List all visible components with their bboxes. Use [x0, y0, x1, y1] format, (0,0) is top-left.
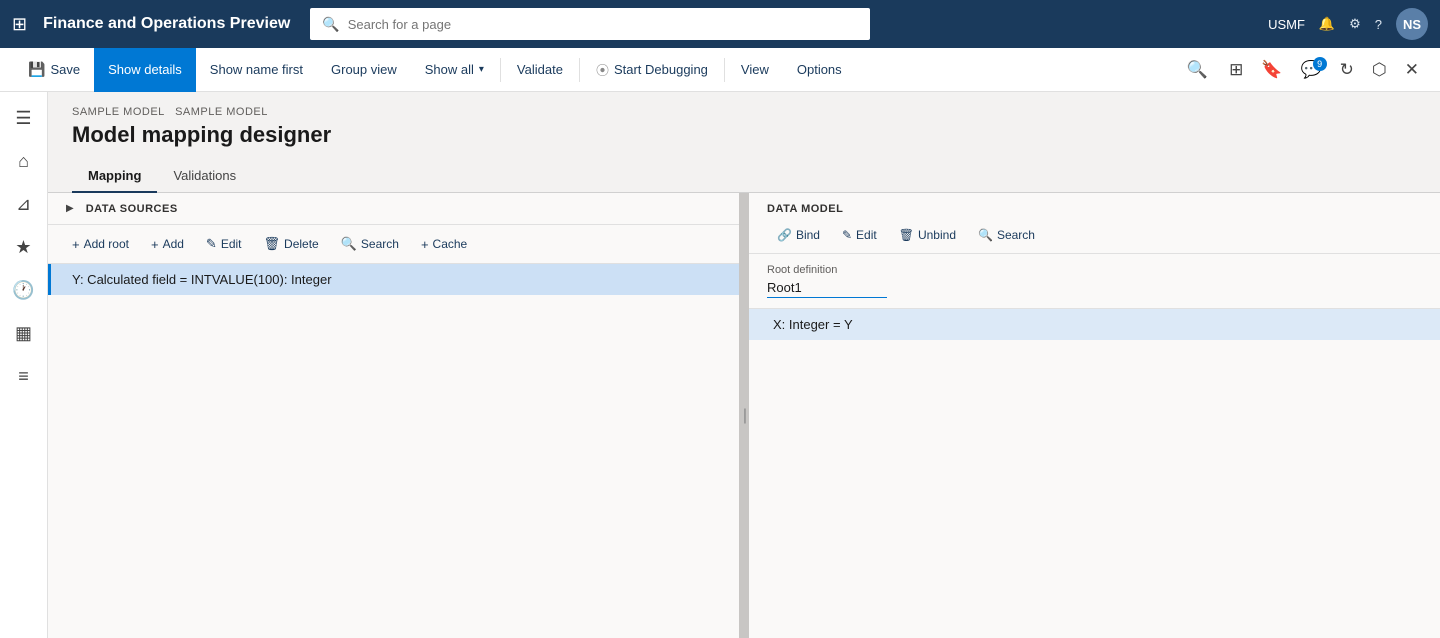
main-content: SAMPLE MODEL SAMPLE MODEL Model mapping … [48, 92, 1440, 638]
unbind-button[interactable]: 🗑 Unbind [889, 223, 966, 247]
sidebar: ☰ ⌂ ⊿ ★ 🕐 ▦ ≡ [0, 92, 48, 638]
collapse-button[interactable]: ▶ [62, 201, 78, 216]
separator-1 [500, 58, 501, 82]
search-icon-left: 🔍 [341, 236, 357, 252]
left-pane: ▶ DATA SOURCES + Add root + Add ✎ Edit [48, 193, 741, 638]
actionbar: 💾 Save Show details Show name first Grou… [0, 48, 1440, 92]
tab-mapping[interactable]: Mapping [72, 160, 157, 193]
bind-icon: 🔗 [777, 228, 792, 242]
page-header: SAMPLE MODEL SAMPLE MODEL Model mapping … [48, 92, 1440, 160]
options-button[interactable]: Options [783, 48, 856, 92]
delete-icon: 🗑 [264, 236, 281, 252]
topbar-right: USMF 🔔 ⚙ ? NS [1268, 8, 1428, 40]
search-input[interactable] [348, 17, 859, 32]
show-details-button[interactable]: Show details [94, 48, 196, 92]
app-title: Finance and Operations Preview [43, 15, 290, 33]
show-all-button[interactable]: Show all ▾ [411, 48, 498, 92]
separator-2 [579, 58, 580, 82]
group-view-button[interactable]: Group view [317, 48, 411, 92]
cache-icon: + [421, 237, 429, 252]
table-row[interactable]: Y: Calculated field = INTVALUE(100): Int… [48, 264, 739, 295]
divider-handle[interactable] [741, 193, 749, 638]
breadcrumb: SAMPLE MODEL SAMPLE MODEL [72, 106, 1416, 118]
notification-badge: 9 [1313, 57, 1327, 71]
actionbar-right-icons: ⊞ 🔖 💬 9 ↻ ⬡ ✕ [1222, 56, 1426, 84]
root-definition-value[interactable]: Root1 [767, 280, 887, 298]
close-icon[interactable]: ✕ [1398, 56, 1426, 84]
delete-button[interactable]: 🗑 Delete [254, 231, 329, 257]
add-icon: + [151, 237, 159, 252]
add-button[interactable]: + Add [141, 232, 194, 257]
right-search-button[interactable]: 🔍 Search [968, 223, 1045, 247]
page-title: Model mapping designer [72, 122, 1416, 148]
cache-button[interactable]: + Cache [411, 232, 477, 257]
sidebar-recent-icon[interactable]: 🕐 [4, 272, 42, 309]
right-pane-header: DATA MODEL 🔗 Bind ✎ Edit 🗑 Unbind [749, 193, 1440, 254]
unbind-icon: 🗑 [899, 228, 914, 242]
left-pane-title: DATA SOURCES [86, 203, 178, 215]
tab-validations[interactable]: Validations [157, 160, 252, 193]
sidebar-workspace-icon[interactable]: ▦ [7, 315, 40, 352]
table-row[interactable]: X: Integer = Y [749, 309, 1440, 340]
notification-icon[interactable]: 💬 9 [1293, 56, 1328, 84]
help-icon[interactable]: ? [1375, 17, 1382, 32]
avatar[interactable]: NS [1396, 8, 1428, 40]
bookmark-icon[interactable]: 🔖 [1254, 56, 1289, 84]
add-root-icon: + [72, 237, 80, 252]
split-pane: ▶ DATA SOURCES + Add root + Add ✎ Edit [48, 193, 1440, 638]
sidebar-home-icon[interactable]: ⌂ [10, 143, 37, 180]
actionbar-search-icon[interactable]: 🔍 [1177, 60, 1218, 80]
view-button[interactable]: View [727, 48, 783, 92]
sidebar-filter-icon[interactable]: ⊿ [8, 186, 39, 223]
personalize-icon[interactable]: ⊞ [1222, 56, 1250, 84]
search-bar[interactable]: 🔍 [310, 8, 870, 40]
sidebar-list-icon[interactable]: ≡ [10, 358, 37, 395]
right-data-list: X: Integer = Y [749, 309, 1440, 638]
user-label[interactable]: USMF [1268, 17, 1305, 32]
left-data-list: Y: Calculated field = INTVALUE(100): Int… [48, 264, 739, 638]
add-root-button[interactable]: + Add root [62, 232, 139, 257]
open-icon[interactable]: ⬡ [1365, 56, 1394, 84]
bind-button[interactable]: 🔗 Bind [767, 223, 830, 247]
layout: ☰ ⌂ ⊿ ★ 🕐 ▦ ≡ SAMPLE MODEL SAMPLE MODEL … [0, 92, 1440, 638]
left-pane-header: ▶ DATA SOURCES [48, 193, 739, 225]
search-button[interactable]: 🔍 Search [331, 231, 409, 257]
bell-icon[interactable]: 🔔 [1319, 16, 1335, 32]
refresh-icon[interactable]: ↻ [1333, 56, 1361, 84]
root-definition-area: Root definition Root1 [749, 254, 1440, 309]
tabs: Mapping Validations [48, 160, 1440, 193]
right-toolbar: 🔗 Bind ✎ Edit 🗑 Unbind 🔍 [767, 223, 1422, 247]
apps-icon[interactable]: ⊞ [12, 14, 27, 35]
right-search-icon: 🔍 [978, 228, 993, 242]
separator-3 [724, 58, 725, 82]
edit-button[interactable]: ✎ Edit [196, 231, 252, 257]
sidebar-menu-icon[interactable]: ☰ [7, 100, 39, 137]
root-definition-label: Root definition [767, 264, 1422, 276]
validate-button[interactable]: Validate [503, 48, 577, 92]
topbar: ⊞ Finance and Operations Preview 🔍 USMF … [0, 0, 1440, 48]
settings-icon[interactable]: ⚙ [1349, 16, 1361, 32]
search-icon: 🔍 [322, 16, 339, 33]
right-edit-button[interactable]: ✎ Edit [832, 223, 887, 247]
debug-icon: ⦿ [596, 60, 609, 79]
show-name-first-button[interactable]: Show name first [196, 48, 317, 92]
sidebar-favorites-icon[interactable]: ★ [7, 229, 39, 266]
save-button[interactable]: 💾 Save [14, 48, 94, 92]
right-pane-title: DATA MODEL [767, 203, 1422, 215]
right-pane: DATA MODEL 🔗 Bind ✎ Edit 🗑 Unbind [749, 193, 1440, 638]
start-debugging-button[interactable]: ⦿ Start Debugging [582, 48, 722, 92]
show-all-dropdown-arrow: ▾ [479, 64, 484, 75]
edit-icon: ✎ [206, 236, 217, 252]
save-icon: 💾 [28, 61, 45, 78]
left-toolbar: + Add root + Add ✎ Edit 🗑 Delete [48, 225, 739, 264]
right-edit-icon: ✎ [842, 228, 852, 242]
